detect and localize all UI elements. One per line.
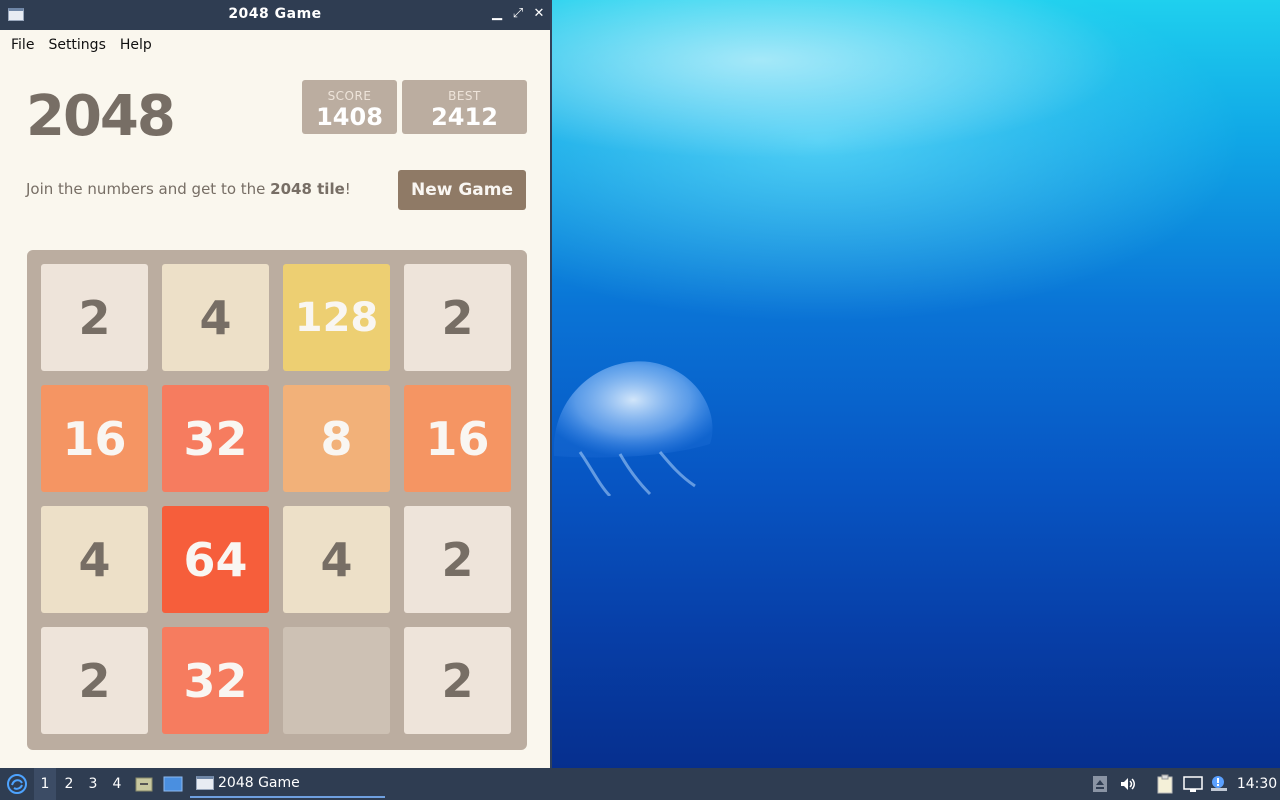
game-board[interactable]: 2 4 128 2 16 32 8 16 4 64 4 2 2 32 2 [27,250,527,750]
menu-help[interactable]: Help [113,37,159,53]
file-manager-launcher[interactable] [134,768,154,800]
eject-tray-button[interactable] [1090,768,1110,800]
tile: 4 [162,264,269,371]
game-window: 2048 Game ▁ ⤢ ✕ File Settings Help 2048 … [0,0,552,768]
tile: 2 [404,627,511,734]
menu-settings[interactable]: Settings [41,37,112,53]
file-manager-icon [135,777,153,792]
tile: 16 [404,385,511,492]
tile: 4 [283,506,390,613]
task-app-icon [196,776,214,790]
show-desktop-launcher[interactable] [162,768,184,800]
clipboard-tray-button[interactable] [1154,768,1176,800]
clipboard-icon [1157,774,1173,794]
clock[interactable]: 14:30 [1237,768,1277,800]
score-box: SCORE 1408 [302,80,397,134]
window-title: 2048 Game [228,6,322,22]
tile: 2 [41,627,148,734]
tile: 4 [41,506,148,613]
tile: 32 [162,385,269,492]
workspace-3[interactable]: 3 [82,768,104,800]
score-value: 1408 [316,103,383,131]
tile: 2 [404,506,511,613]
menu-file[interactable]: File [4,37,41,53]
intro-prefix: Join the numbers and get to the [26,180,271,198]
game-title: 2048 [26,84,176,149]
volume-icon [1121,778,1135,790]
task-label: 2048 Game [218,775,300,791]
intro-bold: 2048 tile [270,180,345,198]
best-label: BEST [448,89,481,103]
score-label: SCORE [327,89,372,103]
tile: 8 [283,385,390,492]
new-game-button[interactable]: New Game [398,170,526,210]
close-icon[interactable]: ✕ [530,5,548,23]
menubar: File Settings Help [0,30,550,60]
workspace-1[interactable]: 1 [34,768,56,800]
window-titlebar[interactable]: 2048 Game ▁ ⤢ ✕ [0,0,550,30]
tile: 128 [283,264,390,371]
tile: 64 [162,506,269,613]
volume-tray-button[interactable] [1117,768,1139,800]
best-value: 2412 [431,103,498,131]
eject-icon [1093,776,1107,792]
tile: 2 [41,264,148,371]
start-menu-button[interactable] [4,768,30,800]
best-box: BEST 2412 [402,80,527,134]
network-tray-button[interactable] [1181,768,1205,800]
workspace-4[interactable]: 4 [106,768,128,800]
maximize-icon[interactable]: ⤢ [509,5,527,23]
network-icon [1183,776,1203,792]
taskbar-task-2048[interactable]: 2048 Game [190,770,385,798]
workspace-2[interactable]: 2 [58,768,80,800]
empty-tile [283,627,390,734]
intro-suffix: ! [344,180,351,198]
tile: 16 [41,385,148,492]
minimize-icon[interactable]: ▁ [488,5,506,23]
notification-tray-button[interactable] [1208,768,1230,800]
taskbar: 1 2 3 4 2048 Game 14:30 [0,768,1280,800]
tile: 32 [162,627,269,734]
tile: 2 [404,264,511,371]
desktop-icon [163,776,183,792]
notification-icon [1211,776,1227,791]
start-menu-icon [7,774,27,794]
intro-text: Join the numbers and get to the 2048 til… [26,180,351,198]
